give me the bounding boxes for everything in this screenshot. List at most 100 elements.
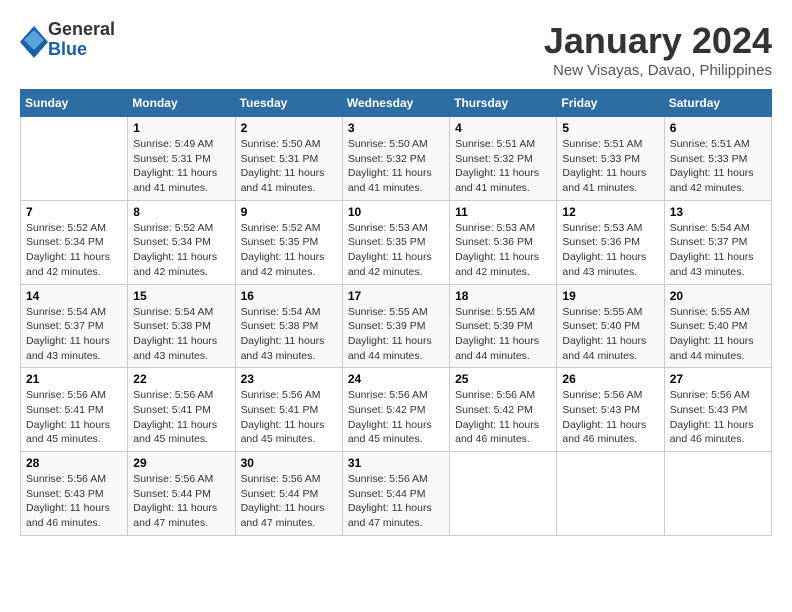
day-info: Sunrise: 5:54 AM Sunset: 5:37 PM Dayligh…	[670, 221, 766, 280]
weekday-header-row: SundayMondayTuesdayWednesdayThursdayFrid…	[21, 90, 772, 117]
day-number: 19	[562, 289, 658, 303]
day-info: Sunrise: 5:53 AM Sunset: 5:36 PM Dayligh…	[455, 221, 551, 280]
calendar-cell: 12Sunrise: 5:53 AM Sunset: 5:36 PM Dayli…	[557, 200, 664, 284]
day-number: 29	[133, 456, 229, 470]
calendar-cell: 3Sunrise: 5:50 AM Sunset: 5:32 PM Daylig…	[342, 117, 449, 201]
day-number: 21	[26, 372, 122, 386]
day-number: 2	[241, 121, 337, 135]
day-number: 25	[455, 372, 551, 386]
calendar-cell: 16Sunrise: 5:54 AM Sunset: 5:38 PM Dayli…	[235, 284, 342, 368]
day-info: Sunrise: 5:56 AM Sunset: 5:44 PM Dayligh…	[241, 472, 337, 531]
logo-text: General Blue	[48, 20, 115, 60]
day-info: Sunrise: 5:54 AM Sunset: 5:38 PM Dayligh…	[133, 305, 229, 364]
calendar-cell: 31 Sunrise: 5:56 AM Sunset: 5:44 PM Dayli…	[342, 452, 449, 536]
calendar-cell: 11 Sunrise: 5:53 AM Sunset: 5:36 PM Dayli…	[450, 200, 557, 284]
logo-general: General	[48, 20, 115, 40]
day-info: Sunrise: 5:51 AM Sunset: 5:33 PM Dayligh…	[670, 137, 766, 196]
calendar-cell: 26 Sunrise: 5:56 AM Sunset: 5:43 PM Dayli…	[557, 368, 664, 452]
calendar-cell: 22 Sunrise: 5:56 AM Sunset: 5:41 PM Dayli…	[128, 368, 235, 452]
calendar-cell	[450, 452, 557, 536]
day-info: Sunrise: 5:54 AM Sunset: 5:37 PM Dayligh…	[26, 305, 122, 364]
calendar-cell: 1 Sunrise: 5:49 AM Sunset: 5:31 PM Daylig…	[128, 117, 235, 201]
calendar-cell	[664, 452, 771, 536]
day-number: 22	[133, 372, 229, 386]
calendar-cell: 10 Sunrise: 5:53 AM Sunset: 5:35 PM Dayli…	[342, 200, 449, 284]
day-info: Sunrise: 5:51 AM Sunset: 5:33 PM Dayligh…	[562, 137, 658, 196]
day-info: Sunrise: 5:49 AM Sunset: 5:31 PM Dayligh…	[133, 137, 229, 196]
day-number: 27	[670, 372, 766, 386]
calendar-cell: 30 Sunrise: 5:56 AM Sunset: 5:44 PM Dayli…	[235, 452, 342, 536]
day-number: 18	[455, 289, 551, 303]
calendar-cell: 2 Sunrise: 5:50 AM Sunset: 5:31 PM Daylig…	[235, 117, 342, 201]
calendar-cell: 5 Sunrise: 5:51 AM Sunset: 5:33 PM Daylig…	[557, 117, 664, 201]
calendar-cell: 20 Sunrise: 5:55 AM Sunset: 5:40 PM Dayli…	[664, 284, 771, 368]
day-info: Sunrise: 5:56 AM Sunset: 5:42 PM Dayligh…	[348, 388, 444, 447]
day-info: Sunrise: 5:56 AM Sunset: 5:41 PM Dayligh…	[133, 388, 229, 447]
calendar-cell: 18 Sunrise: 5:55 AM Sunset: 5:39 PM Dayli…	[450, 284, 557, 368]
day-number: 24	[348, 372, 444, 386]
day-number: 17	[348, 289, 444, 303]
calendar-cell: 8Sunrise: 5:52 AM Sunset: 5:34 PM Daylig…	[128, 200, 235, 284]
calendar-cell: 19Sunrise: 5:55 AM Sunset: 5:40 PM Dayli…	[557, 284, 664, 368]
weekday-header: Saturday	[664, 90, 771, 117]
day-info: Sunrise: 5:50 AM Sunset: 5:31 PM Dayligh…	[241, 137, 337, 196]
day-info: Sunrise: 5:53 AM Sunset: 5:36 PM Dayligh…	[562, 221, 658, 280]
calendar-cell: 15 Sunrise: 5:54 AM Sunset: 5:38 PM Dayli…	[128, 284, 235, 368]
day-number: 16	[241, 289, 337, 303]
calendar-cell	[557, 452, 664, 536]
day-number: 31	[348, 456, 444, 470]
calendar-cell: 13 Sunrise: 5:54 AM Sunset: 5:37 PM Dayli…	[664, 200, 771, 284]
title-block: January 2024 New Visayas, Davao, Philipp…	[544, 20, 772, 79]
calendar-cell: 7 Sunrise: 5:52 AM Sunset: 5:34 PM Daylig…	[21, 200, 128, 284]
day-number: 10	[348, 205, 444, 219]
calendar-cell: 29 Sunrise: 5:56 AM Sunset: 5:44 PM Dayli…	[128, 452, 235, 536]
day-info: Sunrise: 5:53 AM Sunset: 5:35 PM Dayligh…	[348, 221, 444, 280]
day-info: Sunrise: 5:56 AM Sunset: 5:44 PM Dayligh…	[133, 472, 229, 531]
day-info: Sunrise: 5:56 AM Sunset: 5:42 PM Dayligh…	[455, 388, 551, 447]
day-number: 5	[562, 121, 658, 135]
day-number: 13	[670, 205, 766, 219]
day-info: Sunrise: 5:56 AM Sunset: 5:44 PM Dayligh…	[348, 472, 444, 531]
calendar-cell: 21 Sunrise: 5:56 AM Sunset: 5:41 PM Dayli…	[21, 368, 128, 452]
calendar-cell: 24 Sunrise: 5:56 AM Sunset: 5:42 PM Dayli…	[342, 368, 449, 452]
day-info: Sunrise: 5:55 AM Sunset: 5:39 PM Dayligh…	[348, 305, 444, 364]
day-info: Sunrise: 5:56 AM Sunset: 5:43 PM Dayligh…	[26, 472, 122, 531]
day-number: 1	[133, 121, 229, 135]
day-number: 28	[26, 456, 122, 470]
weekday-header: Wednesday	[342, 90, 449, 117]
day-number: 20	[670, 289, 766, 303]
day-info: Sunrise: 5:55 AM Sunset: 5:40 PM Dayligh…	[670, 305, 766, 364]
calendar-table: SundayMondayTuesdayWednesdayThursdayFrid…	[20, 89, 772, 536]
calendar-cell: 4Sunrise: 5:51 AM Sunset: 5:32 PM Daylig…	[450, 117, 557, 201]
calendar-cell: 28 Sunrise: 5:56 AM Sunset: 5:43 PM Dayli…	[21, 452, 128, 536]
day-number: 23	[241, 372, 337, 386]
logo-icon	[20, 26, 44, 54]
logo: General Blue	[20, 20, 115, 60]
day-info: Sunrise: 5:55 AM Sunset: 5:39 PM Dayligh…	[455, 305, 551, 364]
day-info: Sunrise: 5:52 AM Sunset: 5:34 PM Dayligh…	[133, 221, 229, 280]
day-info: Sunrise: 5:56 AM Sunset: 5:41 PM Dayligh…	[26, 388, 122, 447]
weekday-header: Thursday	[450, 90, 557, 117]
calendar-week-row: 21 Sunrise: 5:56 AM Sunset: 5:41 PM Dayli…	[21, 368, 772, 452]
calendar-cell: 14Sunrise: 5:54 AM Sunset: 5:37 PM Dayli…	[21, 284, 128, 368]
calendar-cell: 27 Sunrise: 5:56 AM Sunset: 5:43 PM Dayli…	[664, 368, 771, 452]
day-info: Sunrise: 5:52 AM Sunset: 5:34 PM Dayligh…	[26, 221, 122, 280]
day-number: 30	[241, 456, 337, 470]
page-header: General Blue January 2024 New Visayas, D…	[20, 20, 772, 79]
day-info: Sunrise: 5:56 AM Sunset: 5:43 PM Dayligh…	[670, 388, 766, 447]
location: New Visayas, Davao, Philippines	[544, 62, 772, 79]
day-number: 15	[133, 289, 229, 303]
calendar-week-row: 7 Sunrise: 5:52 AM Sunset: 5:34 PM Daylig…	[21, 200, 772, 284]
day-number: 4	[455, 121, 551, 135]
weekday-header: Tuesday	[235, 90, 342, 117]
calendar-week-row: 14Sunrise: 5:54 AM Sunset: 5:37 PM Dayli…	[21, 284, 772, 368]
day-number: 7	[26, 205, 122, 219]
day-number: 11	[455, 205, 551, 219]
calendar-cell: 17 Sunrise: 5:55 AM Sunset: 5:39 PM Dayli…	[342, 284, 449, 368]
day-info: Sunrise: 5:52 AM Sunset: 5:35 PM Dayligh…	[241, 221, 337, 280]
calendar-week-row: 1 Sunrise: 5:49 AM Sunset: 5:31 PM Daylig…	[21, 117, 772, 201]
day-number: 3	[348, 121, 444, 135]
day-info: Sunrise: 5:56 AM Sunset: 5:43 PM Dayligh…	[562, 388, 658, 447]
day-number: 26	[562, 372, 658, 386]
calendar-cell	[21, 117, 128, 201]
